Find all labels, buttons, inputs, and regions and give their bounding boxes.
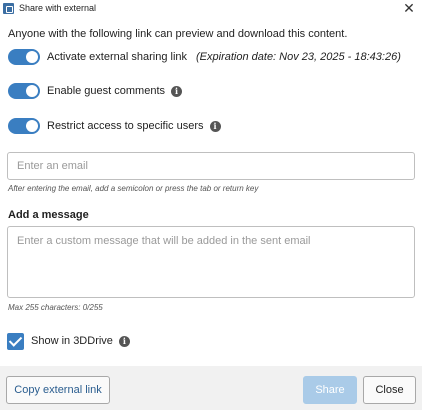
email-input[interactable]	[7, 152, 415, 180]
intro-text: Anyone with the following link can previ…	[8, 28, 348, 40]
guest-comments-label: Enable guest comments	[47, 85, 166, 97]
show-in-3ddrive-checkbox[interactable]	[7, 332, 24, 350]
close-button[interactable]: Close	[363, 376, 416, 404]
message-section-title: Add a message	[8, 209, 89, 221]
message-textarea[interactable]	[7, 226, 415, 298]
info-icon[interactable]: i	[118, 335, 130, 347]
toggle-row-restrict-access: Restrict access to specific users i	[8, 117, 221, 135]
restrict-access-label: Restrict access to specific users	[47, 120, 204, 132]
restrict-access-toggle[interactable]	[8, 118, 40, 134]
show-in-3ddrive-label: Show in 3DDrive	[31, 335, 113, 347]
external-link-toggle[interactable]	[8, 49, 40, 65]
expiration-date: (Expiration date: Nov 23, 2025 - 18:43:2…	[196, 51, 401, 63]
info-icon[interactable]: i	[209, 120, 221, 132]
close-icon[interactable]: ✕	[401, 0, 417, 16]
share-button[interactable]: Share	[303, 376, 357, 404]
dialog-footer: Copy external link Share Close	[0, 366, 422, 410]
toggle-row-guest-comments: Enable guest comments i	[8, 82, 183, 100]
toggle-row-external-link: Activate external sharing link (Expirati…	[8, 48, 401, 66]
character-counter: Max 255 characters: 0/255	[8, 303, 103, 312]
external-link-label: Activate external sharing link	[47, 51, 188, 63]
app-icon	[3, 3, 14, 14]
title-bar: Share with external ✕	[0, 0, 422, 18]
show-in-3ddrive-row: Show in 3DDrive i	[7, 332, 130, 350]
email-hint: After entering the email, add a semicolo…	[8, 184, 259, 193]
copy-external-link-button[interactable]: Copy external link	[6, 376, 110, 404]
window-title: Share with external	[19, 3, 97, 13]
info-icon[interactable]: i	[171, 85, 183, 97]
guest-comments-toggle[interactable]	[8, 83, 40, 99]
